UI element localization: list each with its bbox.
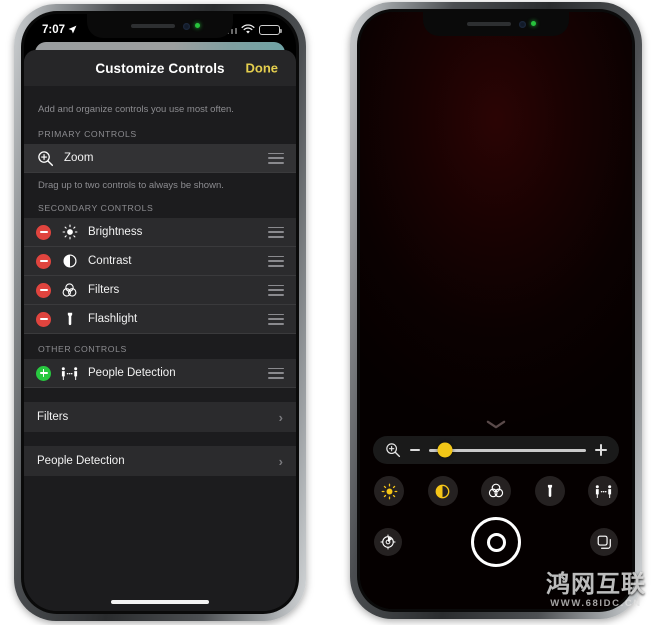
sheet-header: Customize Controls Done xyxy=(24,50,296,86)
nav-row-label: People Detection xyxy=(37,455,125,467)
filters-venn-icon xyxy=(488,483,504,498)
reorder-grip-icon[interactable] xyxy=(268,313,284,325)
status-left-group: 7:07 xyxy=(42,24,77,36)
sheet-subtitle: Add and organize controls you use most o… xyxy=(38,104,234,115)
chevron-down-handle-icon[interactable] xyxy=(485,420,507,429)
reorder-grip-icon[interactable] xyxy=(268,226,284,238)
filters-button[interactable] xyxy=(481,476,511,506)
chevron-right-icon: › xyxy=(278,409,283,425)
remove-control-button[interactable] xyxy=(36,224,51,240)
nav-row-label: Filters xyxy=(37,411,69,423)
notch xyxy=(423,12,569,36)
section-gap xyxy=(24,432,296,446)
flashlight-button[interactable] xyxy=(534,476,565,506)
filters-venn-icon xyxy=(60,281,79,300)
settings-button[interactable] xyxy=(374,528,402,556)
remove-control-button[interactable] xyxy=(36,311,51,327)
remove-control-button[interactable] xyxy=(36,253,51,269)
wifi-icon xyxy=(241,24,255,34)
front-camera-icon xyxy=(182,22,190,30)
people-detection-icon xyxy=(60,364,79,383)
chevron-right-icon: › xyxy=(278,453,283,469)
customize-controls-sheet: Customize Controls Done Add and organize… xyxy=(24,50,296,611)
home-indicator[interactable] xyxy=(111,600,209,604)
right-phone-bezel xyxy=(357,9,635,612)
reorder-grip-icon[interactable] xyxy=(268,367,284,379)
reorder-grip-icon[interactable] xyxy=(268,152,284,164)
control-row-zoom[interactable]: Zoom xyxy=(24,144,296,173)
nav-row-people-detection[interactable]: People Detection › xyxy=(24,446,296,476)
right-phone-device xyxy=(350,2,642,619)
quick-controls-row xyxy=(374,476,618,506)
right-phone-screen xyxy=(360,12,632,609)
left-phone-device: 7:07 Customize Controls Done Add and org… xyxy=(14,4,306,621)
battery-icon xyxy=(259,24,282,35)
flashlight-icon xyxy=(60,310,79,329)
zoom-magnifier-icon xyxy=(36,149,55,168)
brightness-sun-icon xyxy=(381,483,397,499)
control-row-label: Zoom xyxy=(64,152,94,164)
earpiece-speaker-icon xyxy=(130,24,175,28)
contrast-circle-icon xyxy=(435,484,450,498)
contrast-button[interactable] xyxy=(427,476,458,506)
flashlight-icon xyxy=(547,484,552,497)
control-row-flashlight[interactable]: Flashlight xyxy=(24,305,296,334)
people-detection-button[interactable] xyxy=(588,476,618,506)
earpiece-speaker-icon xyxy=(466,22,511,26)
primary-controls-note: Drag up to two controls to always be sho… xyxy=(38,180,224,191)
shutter-circle-icon xyxy=(486,532,506,552)
control-row-people-detection[interactable]: People Detection xyxy=(24,359,296,388)
screenshot-canvas: 7:07 Customize Controls Done Add and org… xyxy=(0,0,656,625)
done-button[interactable]: Done xyxy=(244,59,281,78)
zoom-magnifier-icon xyxy=(386,443,401,458)
control-row-brightness[interactable]: Brightness xyxy=(24,218,296,247)
brightness-sun-icon xyxy=(60,223,79,242)
shutter-button[interactable] xyxy=(471,517,521,567)
section-header-other: OTHER CONTROLS xyxy=(38,344,127,354)
stacked-cards-icon xyxy=(597,535,611,549)
control-row-filters[interactable]: Filters xyxy=(24,276,296,305)
control-row-contrast[interactable]: Contrast xyxy=(24,247,296,276)
left-phone-bezel: 7:07 Customize Controls Done Add and org… xyxy=(21,11,299,614)
section-gap xyxy=(24,388,296,402)
left-phone-screen: 7:07 Customize Controls Done Add and org… xyxy=(24,14,296,611)
notch xyxy=(87,14,233,38)
control-row-label: Flashlight xyxy=(88,313,138,325)
contrast-circle-icon xyxy=(60,252,79,271)
reorder-grip-icon[interactable] xyxy=(268,255,284,267)
section-header-primary: PRIMARY CONTROLS xyxy=(38,129,137,139)
zoom-slider-thumb[interactable] xyxy=(437,442,453,458)
plus-icon[interactable] xyxy=(595,444,607,456)
add-control-button[interactable] xyxy=(36,365,51,381)
control-row-label: People Detection xyxy=(88,367,176,379)
control-row-label: Brightness xyxy=(88,226,143,238)
settings-gear-icon xyxy=(380,534,396,550)
zoom-slider-control[interactable] xyxy=(373,436,619,464)
people-detection-icon xyxy=(595,484,611,498)
brightness-button[interactable] xyxy=(374,476,404,506)
camera-action-row xyxy=(374,517,618,567)
gallery-button[interactable] xyxy=(590,528,618,556)
section-header-secondary: SECONDARY CONTROLS xyxy=(38,203,154,213)
location-arrow-icon xyxy=(68,25,77,34)
control-row-label: Filters xyxy=(88,284,120,296)
reorder-grip-icon[interactable] xyxy=(268,284,284,296)
control-row-label: Contrast xyxy=(88,255,132,267)
remove-control-button[interactable] xyxy=(36,282,51,298)
minus-icon[interactable] xyxy=(410,449,420,451)
sheet-body: Add and organize controls you use most o… xyxy=(24,86,296,611)
zoom-slider-track[interactable] xyxy=(429,442,586,458)
status-time: 7:07 xyxy=(42,23,66,36)
camera-control-panel xyxy=(360,414,632,609)
page-title: Customize Controls xyxy=(95,60,225,76)
nav-row-filters[interactable]: Filters › xyxy=(24,402,296,432)
front-camera-icon xyxy=(518,20,526,28)
